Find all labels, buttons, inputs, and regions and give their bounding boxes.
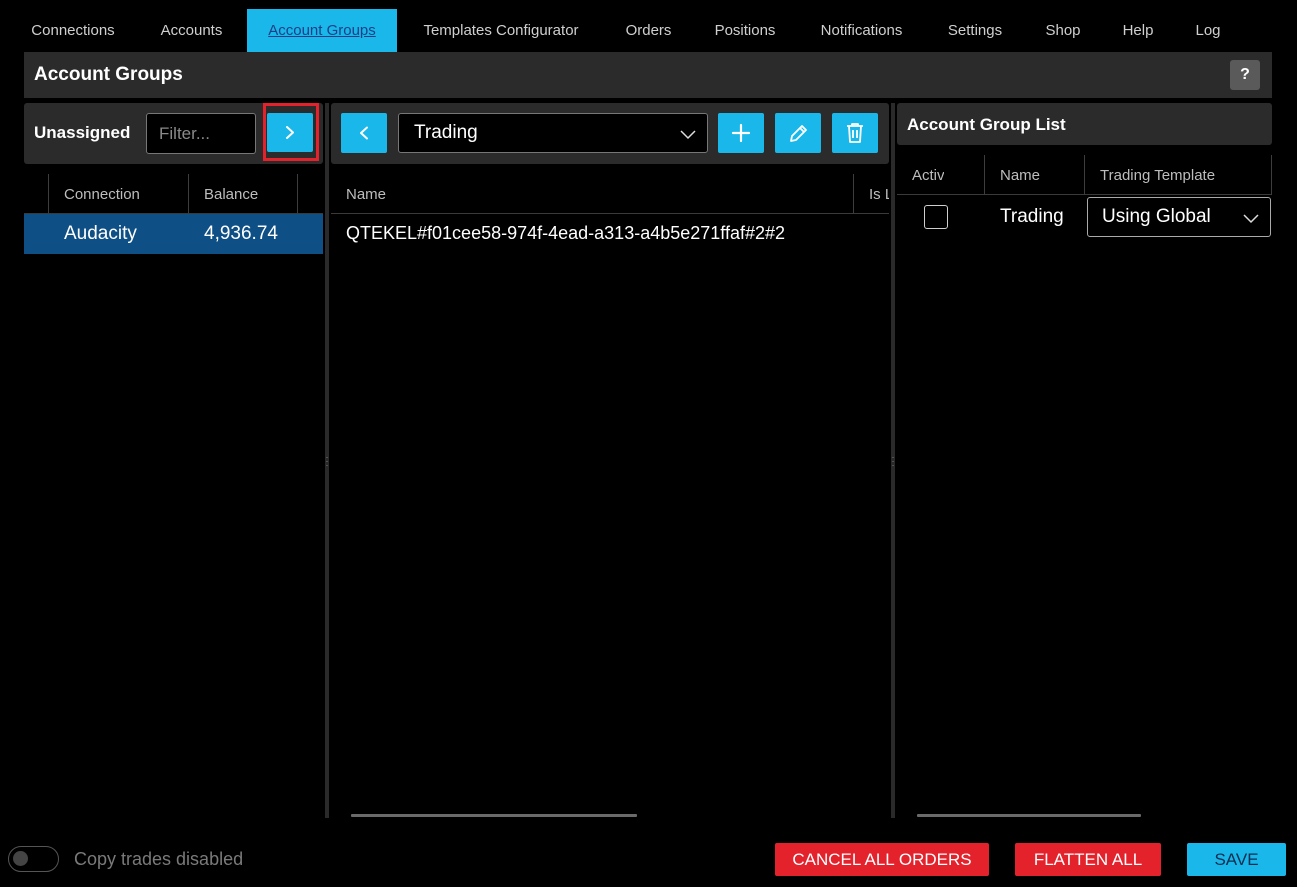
delete-group-button[interactable] xyxy=(832,113,878,153)
filter-input[interactable] xyxy=(146,113,256,154)
group-select-value: Trading xyxy=(414,122,478,143)
copy-trades-status: Copy trades disabled xyxy=(74,849,244,869)
tab-notifications[interactable]: Notifications xyxy=(804,9,919,52)
drag-handle-icon: · · · xyxy=(891,452,895,470)
active-checkbox[interactable] xyxy=(924,205,948,229)
top-nav: Connections Accounts Account Groups Temp… xyxy=(0,0,1297,52)
unassigned-label: Unassigned xyxy=(34,123,131,142)
unassign-button[interactable] xyxy=(341,113,387,153)
trading-template-value: Using Global xyxy=(1102,206,1211,227)
tab-settings[interactable]: Settings xyxy=(933,9,1017,52)
tab-accounts[interactable]: Accounts xyxy=(143,9,240,52)
group-list-table-header: Activ Name Trading Template xyxy=(897,155,1272,195)
chevron-left-icon xyxy=(360,126,368,140)
plus-icon xyxy=(731,123,751,143)
group-editor-toolbar: Trading xyxy=(331,103,889,164)
column-header-balance[interactable]: Balance xyxy=(204,186,260,203)
group-members-table-header: Name Is L xyxy=(331,174,889,214)
chevron-down-icon xyxy=(680,130,696,140)
edit-group-button[interactable] xyxy=(775,113,821,153)
save-button[interactable]: SAVE xyxy=(1187,843,1286,876)
tab-orders[interactable]: Orders xyxy=(611,9,686,52)
cell-connection: Audacity xyxy=(64,223,137,244)
cell-group-name: Trading xyxy=(1000,206,1064,227)
page-title: Account Groups xyxy=(34,64,183,85)
unassigned-table-header: Connection Balance xyxy=(24,174,323,214)
flatten-all-button[interactable]: FLATTEN ALL xyxy=(1015,843,1161,876)
panel-splitter-right[interactable]: · · · xyxy=(891,103,895,818)
group-list-title: Account Group List xyxy=(907,115,1066,134)
trash-icon xyxy=(847,123,863,143)
trading-template-select[interactable]: Using Global xyxy=(1087,197,1271,237)
panel-splitter-left[interactable]: · · · xyxy=(325,103,329,818)
horizontal-scrollbar[interactable] xyxy=(917,814,1141,817)
tab-log[interactable]: Log xyxy=(1181,9,1235,52)
group-select[interactable]: Trading xyxy=(398,113,708,153)
column-header-is-l[interactable]: Is L xyxy=(869,186,889,203)
page-header: Account Groups ? xyxy=(24,52,1272,98)
tab-account-groups[interactable]: Account Groups xyxy=(247,9,397,52)
column-header-name[interactable]: Name xyxy=(346,186,386,203)
horizontal-scrollbar[interactable] xyxy=(351,814,637,817)
table-row[interactable]: QTEKEL#f01cee58-974f-4ead-a313-a4b5e271f… xyxy=(331,214,889,254)
column-header-connection[interactable]: Connection xyxy=(64,186,140,203)
copy-trades-toggle[interactable] xyxy=(8,846,59,872)
chevron-down-icon xyxy=(1243,214,1259,224)
tab-help[interactable]: Help xyxy=(1109,9,1167,52)
drag-handle-icon: · · · xyxy=(325,452,329,470)
tab-templates-configurator[interactable]: Templates Configurator xyxy=(405,9,597,52)
cell-account-name: QTEKEL#f01cee58-974f-4ead-a313-a4b5e271f… xyxy=(346,223,786,243)
add-group-button[interactable] xyxy=(718,113,764,153)
assign-to-group-button[interactable] xyxy=(267,113,313,152)
tab-shop[interactable]: Shop xyxy=(1031,9,1095,52)
table-row[interactable]: Audacity 4,936.74 xyxy=(24,214,323,254)
chevron-right-icon xyxy=(286,126,294,139)
cell-balance: 4,936.74 xyxy=(204,223,278,244)
group-list-header: Account Group List xyxy=(897,103,1272,145)
column-header-name[interactable]: Name xyxy=(1000,167,1040,184)
pencil-icon xyxy=(790,125,807,142)
tab-positions[interactable]: Positions xyxy=(700,9,790,52)
tab-connections[interactable]: Connections xyxy=(14,9,132,52)
table-row: Trading Using Global xyxy=(897,195,1272,239)
cancel-all-orders-button[interactable]: CANCEL ALL ORDERS xyxy=(775,843,989,876)
column-header-trading-template[interactable]: Trading Template xyxy=(1100,167,1215,184)
help-button[interactable]: ? xyxy=(1230,60,1260,90)
toggle-knob xyxy=(13,851,28,866)
column-header-active[interactable]: Activ xyxy=(912,167,944,184)
